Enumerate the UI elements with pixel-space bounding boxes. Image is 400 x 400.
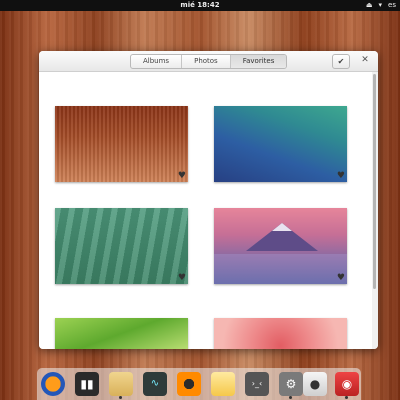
tab-albums[interactable]: Albums (131, 55, 183, 68)
panel-indicators: ⏏ ▾ es (366, 0, 396, 11)
favorite-heart-icon[interactable]: ♥ (337, 172, 345, 181)
video-clapper-icon[interactable]: ▮▮ (75, 372, 99, 396)
notes-icon[interactable] (211, 372, 235, 396)
favorite-heart-icon[interactable]: ♥ (337, 274, 345, 283)
panel-clock[interactable]: mié 18:42 (0, 0, 400, 11)
music-player-icon[interactable] (177, 372, 201, 396)
camera-icon[interactable]: ● (303, 372, 327, 396)
favorite-heart-icon[interactable]: ♥ (178, 274, 186, 283)
wallpaper-grid: ♥ ♥ ♥ ♥ (39, 72, 372, 349)
wallpaper-thumbnail-wood[interactable]: ♥ (55, 106, 188, 182)
scrollbar-thumb[interactable] (373, 74, 376, 289)
wallpaper-thumbnail-wave[interactable]: ♥ (214, 106, 347, 182)
photo-booth-icon[interactable]: ◉ (335, 372, 359, 396)
top-panel: mié 18:42 ⏏ ▾ es (0, 0, 400, 11)
wallpaper-picker-dialog: Albums Photos Favorites ✔ ✕ ♥ ♥ ♥ ♥ (39, 51, 378, 349)
dock: ▮▮ ∿ ›_‹ ⚙ ● ◉ (37, 368, 361, 400)
mountain-snowcap (272, 223, 292, 231)
favorite-heart-icon[interactable]: ♥ (178, 172, 186, 181)
vertical-scrollbar[interactable] (372, 72, 378, 349)
wallpaper-thumbnail-leaves[interactable]: ♥ (55, 208, 188, 284)
wallpaper-thumbnail-leaf[interactable] (55, 318, 188, 349)
firefox-icon[interactable] (41, 372, 65, 396)
settings-icon[interactable]: ⚙ (279, 372, 303, 396)
chevron-down-icon[interactable]: ▾ (379, 0, 383, 11)
view-switcher: Albums Photos Favorites (130, 54, 288, 69)
system-monitor-icon[interactable]: ∿ (143, 372, 167, 396)
terminal-icon[interactable]: ›_‹ (245, 372, 269, 396)
mountain-clouds (214, 254, 347, 284)
running-indicator (119, 396, 122, 399)
wallpaper-thumbnail-flower[interactable] (214, 318, 347, 349)
close-icon[interactable]: ✕ (358, 54, 372, 67)
dialog-titlebar: Albums Photos Favorites ✔ ✕ (39, 51, 378, 72)
running-indicator (345, 396, 348, 399)
tab-favorites[interactable]: Favorites (230, 55, 287, 68)
files-icon[interactable] (109, 372, 133, 396)
tab-photos[interactable]: Photos (182, 55, 231, 68)
keyboard-layout-indicator[interactable]: es (388, 0, 396, 11)
wallpaper-thumbnail-mountain[interactable]: ♥ (214, 208, 347, 284)
confirm-button[interactable]: ✔ (332, 54, 350, 69)
running-indicator (289, 396, 292, 399)
eject-icon[interactable]: ⏏ (366, 0, 373, 11)
